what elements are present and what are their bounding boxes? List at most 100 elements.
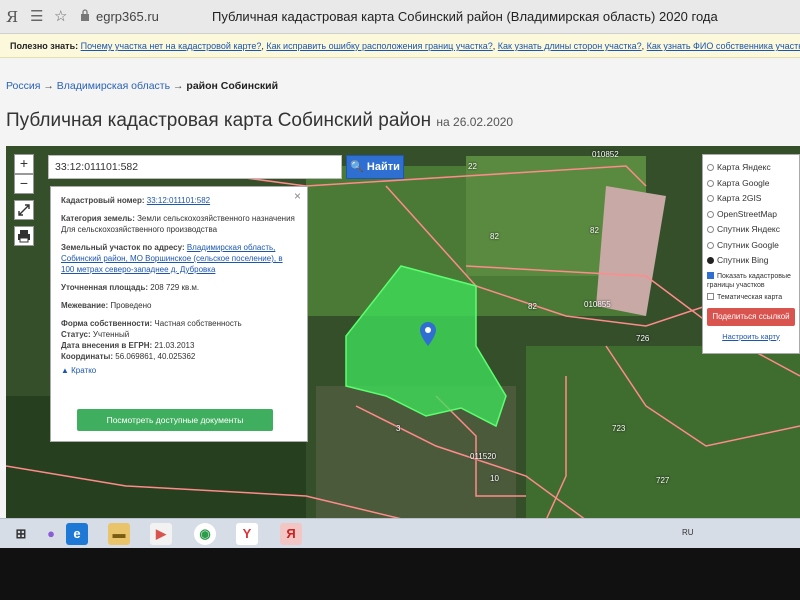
show-borders-label: Показать кадастровые границы участков [707,272,791,289]
map-parcel-label: 3 [396,424,401,433]
layer-option-label: OpenStreetMap [717,208,778,219]
media-player-icon[interactable]: ▶ [150,523,172,545]
map-parcel-label: 010855 [584,300,611,309]
zoom-in-button[interactable]: + [14,154,34,174]
map-layer-panel: Карта Яндекс Карта Google Карта 2GIS Ope… [702,154,800,354]
print-button[interactable] [14,226,34,246]
start-icon[interactable]: ⊞ [10,523,32,545]
breadcrumb: Россия → Владимирская область → район Со… [6,80,278,92]
setup-map-link[interactable]: Настроить карту [707,332,795,341]
printer-icon [18,230,30,243]
coordinates-value: 56.069861, 40.025362 [115,352,196,361]
browser-toolbar: Я ☰ ☆ egrp365.ru Публичная кадастровая к… [0,0,800,34]
checkbox-checked-icon [707,271,714,279]
radio-icon [707,164,714,171]
page-title: Публичная кадастровая карта Собинский ра… [6,110,513,132]
radio-icon [707,195,714,202]
notice-lead: Полезно знать: [10,41,79,51]
page-title-date: на 26.02.2020 [436,115,514,129]
screen: Я ☰ ☆ egrp365.ru Публичная кадастровая к… [0,0,800,548]
map-parcel-label: 726 [636,334,650,343]
cadastral-number-label: Кадастровый номер: [61,196,145,205]
layer-option-google-satellite[interactable]: Спутник Google [707,238,795,254]
breadcrumb-separator: → [43,80,54,92]
parcel-info-panel: × Кадастровый номер: 33:12:011101:582 Ка… [50,186,308,442]
notice-link-3[interactable]: Как узнать длины сторон участка? [498,41,642,51]
breadcrumb-item-region[interactable]: Владимирская область [57,80,170,92]
fullscreen-icon [18,204,30,216]
survey-label: Межевание: [61,301,109,310]
bookmark-icon[interactable]: ☆ [54,7,67,25]
notice-link-4[interactable]: Как узнать ФИО собственника участка [647,41,800,51]
notice-link-1[interactable]: Почему участка нет на кадастровой карте? [81,41,262,51]
language-indicator[interactable]: RU [682,528,694,537]
internet-explorer-icon[interactable]: e [66,523,88,545]
layer-option-label: Карта Яндекс [717,162,771,172]
layer-option-label: Спутник Bing [717,255,769,265]
layer-option-openstreetmap[interactable]: OpenStreetMap [707,207,795,223]
windows-taskbar: ⊞ ● e ▬ ▶ ◉ Y Я RU [0,518,800,548]
address-label: Земельный участок по адресу: [61,243,185,252]
breadcrumb-separator: → [172,80,184,92]
page-tab-title: Публичная кадастровая карта Собинский ра… [212,9,718,24]
layer-option-label: Карта Google [717,177,770,188]
search-button[interactable]: 🔍 Найти [346,155,404,179]
zoom-out-button[interactable]: − [14,174,34,194]
map-parcel-label: 22 [468,162,477,171]
close-icon[interactable]: × [294,190,301,202]
yandex-icon[interactable]: Y [236,523,258,545]
map-parcel-label: 723 [612,424,626,433]
layer-option-bing-satellite[interactable]: Спутник Bing [707,253,795,269]
thematic-map-checkbox[interactable]: Тематическая карта [707,292,795,302]
menu-icon[interactable]: ☰ [30,7,43,25]
radio-icon [707,210,714,218]
file-explorer-icon[interactable]: ▬ [108,523,130,545]
notice-bar: Полезно знать: Почему участка нет на кад… [0,34,800,58]
cadastral-number-link[interactable]: 33:12:011101:582 [147,196,210,205]
radio-icon [707,179,714,187]
radio-icon [707,226,714,233]
layer-option-yandex-map[interactable]: Карта Яндекс [707,160,795,176]
layer-option-google-map[interactable]: Карта Google [707,176,795,192]
location-pin-icon[interactable] [420,322,436,346]
map-parcel-label: 011520 [470,452,497,461]
cadastral-search-input[interactable] [48,155,342,179]
show-borders-checkbox[interactable]: Показать кадастровые границы участков [707,271,795,290]
land-category-label: Категория земель: [61,214,135,223]
address-bar[interactable]: egrp365.ru [96,9,159,24]
view-documents-button[interactable]: Посмотреть доступные документы [77,409,273,431]
status-value: Учтенный [92,330,130,339]
chrome-icon[interactable]: ◉ [194,523,216,545]
checkbox-icon [707,292,714,300]
cadastral-map[interactable]: + − 🔍 Найти 010852 22 82 82 82 010855 72… [6,146,800,520]
layer-option-2gis-map[interactable]: Карта 2GIS [707,191,795,207]
map-parcel-label: 82 [590,226,599,235]
breadcrumb-item-russia[interactable]: Россия [6,80,40,92]
lock-icon [81,9,89,21]
map-parcel-label: 82 [490,232,499,241]
layer-option-label: Карта 2GIS [717,193,762,203]
page-title-text: Публичная кадастровая карта Собинский ра… [6,110,432,131]
status-label: Статус: [61,330,91,339]
yandex-browser-taskbar-icon[interactable]: Я [280,523,302,545]
registered-date-value: 21.03.2013 [154,341,195,350]
map-parcel-label: 82 [528,302,537,311]
layer-option-label: Спутник Яндекс [717,224,780,234]
radio-icon [707,241,714,249]
radio-selected-icon [707,257,714,264]
layer-option-yandex-satellite[interactable]: Спутник Яндекс [707,222,795,238]
fullscreen-button[interactable] [14,200,34,220]
coordinates-label: Координаты: [61,352,114,361]
map-parcel-label: 010852 [592,150,619,159]
ownership-value: Частная собственность [154,319,242,328]
alice-icon[interactable]: ● [40,523,62,545]
breadcrumb-current: район Собинский [186,80,279,92]
notice-link-2[interactable]: Как исправить ошибку расположения границ… [266,41,492,51]
yandex-browser-icon[interactable]: Я [6,8,18,26]
collapse-link[interactable]: ▲ Кратко [61,365,297,376]
monitor-bezel [0,548,800,600]
search-button-label: Найти [366,161,400,173]
land-use-value: Для сельскохозяйственного производства [61,225,218,234]
share-link-button[interactable]: Поделиться ссылкой [707,307,795,326]
layer-option-label: Спутник Google [717,239,779,250]
